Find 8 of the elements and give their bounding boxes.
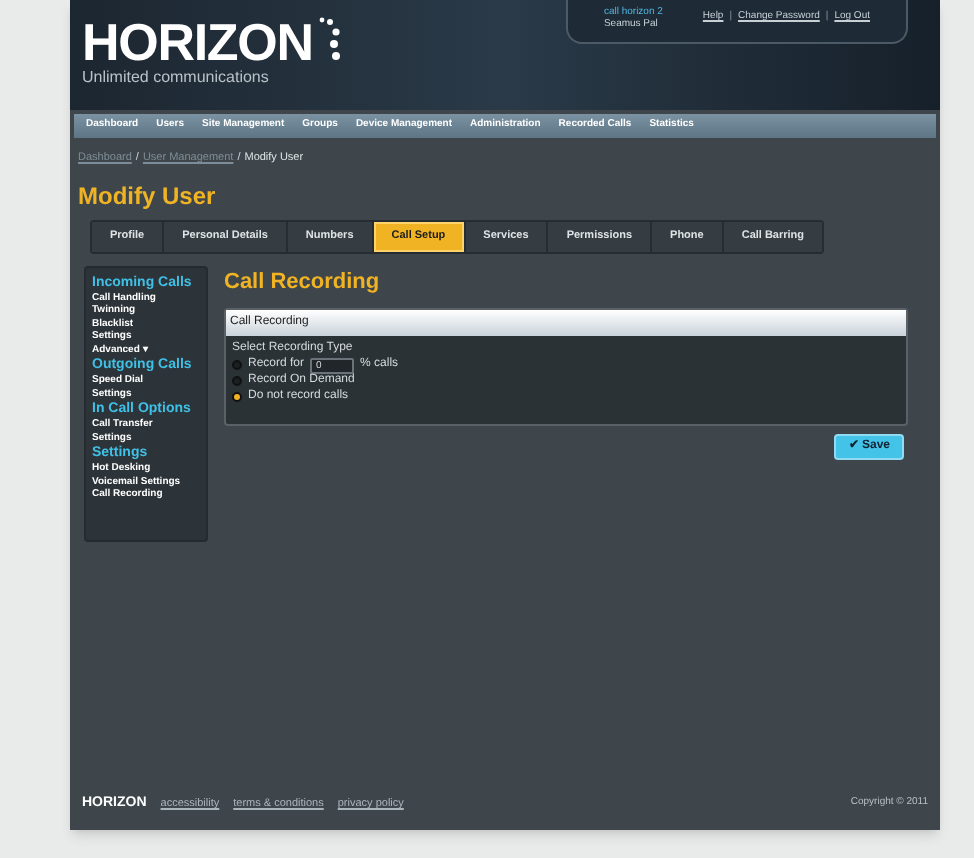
dots-icon <box>316 16 341 60</box>
radio-button[interactable] <box>232 376 242 386</box>
radio-button[interactable] <box>232 392 242 402</box>
radio-button[interactable] <box>232 360 242 370</box>
tagline: Unlimited communications <box>82 68 271 88</box>
logo: HORIZON <box>82 16 313 68</box>
section-title: Call Recording <box>224 267 382 297</box>
page-title: Modify User <box>78 180 218 215</box>
